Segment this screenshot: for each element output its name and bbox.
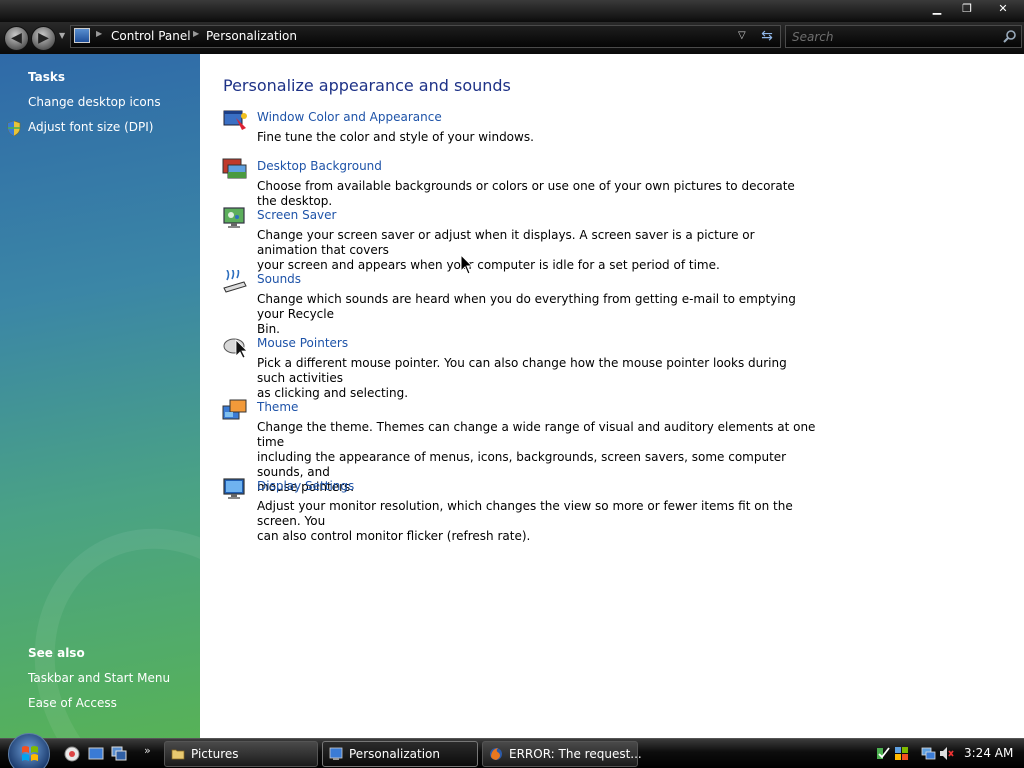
refresh-icon[interactable]: ⇆ — [757, 28, 777, 46]
description-line: can also control monitor flicker (refres… — [257, 529, 531, 543]
search-box[interactable]: Search — [785, 25, 1022, 48]
back-button[interactable]: ◀ — [4, 26, 29, 51]
taskbar-button-firefox[interactable]: ERROR: The request... — [482, 741, 642, 767]
mouse-pointers-icon[interactable] — [222, 334, 248, 358]
description-line: as clicking and selecting. — [257, 386, 409, 400]
see-also-heading: See also — [28, 646, 85, 660]
maximize-button[interactable]: ❐ — [952, 1, 982, 19]
mouse-cursor-icon — [461, 255, 473, 275]
network-status-tray-icon[interactable] — [894, 746, 909, 761]
mouse-pointers-link[interactable]: Mouse Pointers — [257, 336, 348, 350]
taskbar-button-personalization[interactable]: Personalization — [322, 741, 478, 767]
search-input[interactable]: Search — [792, 30, 834, 44]
start-button[interactable] — [8, 733, 50, 768]
window-controls: ▁ ❐ ✕ — [922, 1, 1024, 19]
switch-windows-icon[interactable] — [111, 746, 127, 762]
taskbar-button-label: Personalization — [349, 747, 440, 761]
breadcrumb-arrow-icon[interactable]: ▶ — [193, 29, 199, 38]
network-icon[interactable] — [921, 746, 936, 761]
taskbar-button-label: Pictures — [191, 747, 239, 761]
forward-button[interactable]: ▶ — [31, 26, 56, 51]
control-panel-icon — [74, 28, 90, 43]
ease-of-access-link[interactable]: Ease of Access — [28, 696, 117, 710]
volume-muted-icon[interactable] — [939, 746, 954, 761]
breadcrumb-personalization[interactable]: Personalization — [206, 29, 297, 43]
page-title: Personalize appearance and sounds — [223, 76, 511, 95]
windows-logo-icon — [22, 746, 38, 761]
recent-pages-dropdown-icon[interactable]: ▼ — [59, 31, 65, 40]
display-settings-link[interactable]: Display Settings — [257, 479, 354, 493]
breadcrumb-control-panel[interactable]: Control Panel — [111, 29, 191, 43]
show-desktop-icon[interactable] — [88, 746, 104, 762]
firefox-icon — [490, 748, 502, 760]
description-line: including the appearance of menus, icons… — [257, 450, 787, 479]
theme-link[interactable]: Theme — [257, 400, 298, 414]
description-line: Adjust your monitor resolution, which ch… — [257, 499, 793, 528]
address-dropdown-icon[interactable]: ▽ — [738, 30, 746, 41]
description-line: Pick a different mouse pointer. You can … — [257, 356, 787, 385]
browser-quick-launch-icon[interactable] — [64, 746, 80, 762]
title-bar: ▁ ❐ ✕ — [0, 0, 1024, 22]
description-line: your screen and appears when your comput… — [257, 258, 720, 272]
task-pane: Tasks Change desktop icons Adjust font s… — [0, 54, 200, 738]
description-line: Change the theme. Themes can change a wi… — [257, 420, 816, 449]
window-color-icon[interactable] — [222, 108, 248, 132]
clock[interactable]: 3:24 AM — [964, 746, 1013, 760]
quick-launch-more-button[interactable]: » — [144, 744, 151, 757]
taskbar-start-menu-link[interactable]: Taskbar and Start Menu — [28, 671, 170, 685]
taskbar-button-label: ERROR: The request... — [509, 747, 642, 761]
display-settings-icon[interactable] — [222, 477, 248, 501]
window-color-description: Fine tune the color and style of your wi… — [257, 130, 534, 144]
sounds-icon[interactable] — [222, 270, 248, 294]
control-panel-icon — [329, 747, 343, 760]
desktop-background-description: Choose from available backgrounds or col… — [257, 179, 795, 208]
desktop-background-icon[interactable] — [222, 157, 248, 181]
navigation-bar: ◀ ▶ ▼ ▶ Control Panel ▶ Personalization … — [0, 22, 1024, 54]
description-line: Change your screen saver or adjust when … — [257, 228, 755, 257]
main-content: Personalize appearance and sounds Window… — [200, 54, 1024, 738]
minimize-button[interactable]: ▁ — [922, 1, 952, 19]
breadcrumb-arrow-icon[interactable]: ▶ — [96, 29, 102, 38]
description-line: Bin. — [257, 322, 280, 336]
mouse-pointers-description: Pick a different mouse pointer. You can … — [257, 356, 817, 401]
taskbar: » Pictures Personalization ERROR: The re… — [0, 733, 1024, 768]
adjust-font-size-link[interactable]: Adjust font size (DPI) — [28, 120, 153, 134]
security-center-tray-icon[interactable] — [876, 746, 891, 761]
screen-saver-icon[interactable] — [222, 206, 248, 230]
sounds-link[interactable]: Sounds — [257, 272, 301, 286]
folder-icon — [171, 749, 185, 760]
theme-icon[interactable] — [222, 398, 248, 422]
description-line: Change which sounds are heard when you d… — [257, 292, 796, 321]
change-desktop-icons-link[interactable]: Change desktop icons — [28, 95, 161, 109]
tasks-heading: Tasks — [28, 70, 66, 84]
display-settings-description: Adjust your monitor resolution, which ch… — [257, 499, 817, 544]
search-icon[interactable] — [1003, 29, 1017, 43]
window-color-link[interactable]: Window Color and Appearance — [257, 110, 442, 124]
desktop-background-link[interactable]: Desktop Background — [257, 159, 382, 173]
address-bar[interactable]: ▶ Control Panel ▶ Personalization ▽ ⇆ — [70, 25, 781, 48]
sounds-description: Change which sounds are heard when you d… — [257, 292, 817, 337]
close-button[interactable]: ✕ — [982, 1, 1024, 19]
taskbar-button-pictures[interactable]: Pictures — [164, 741, 318, 767]
screen-saver-link[interactable]: Screen Saver — [257, 208, 336, 222]
shield-icon — [7, 121, 21, 136]
screen-saver-description: Change your screen saver or adjust when … — [257, 228, 817, 273]
